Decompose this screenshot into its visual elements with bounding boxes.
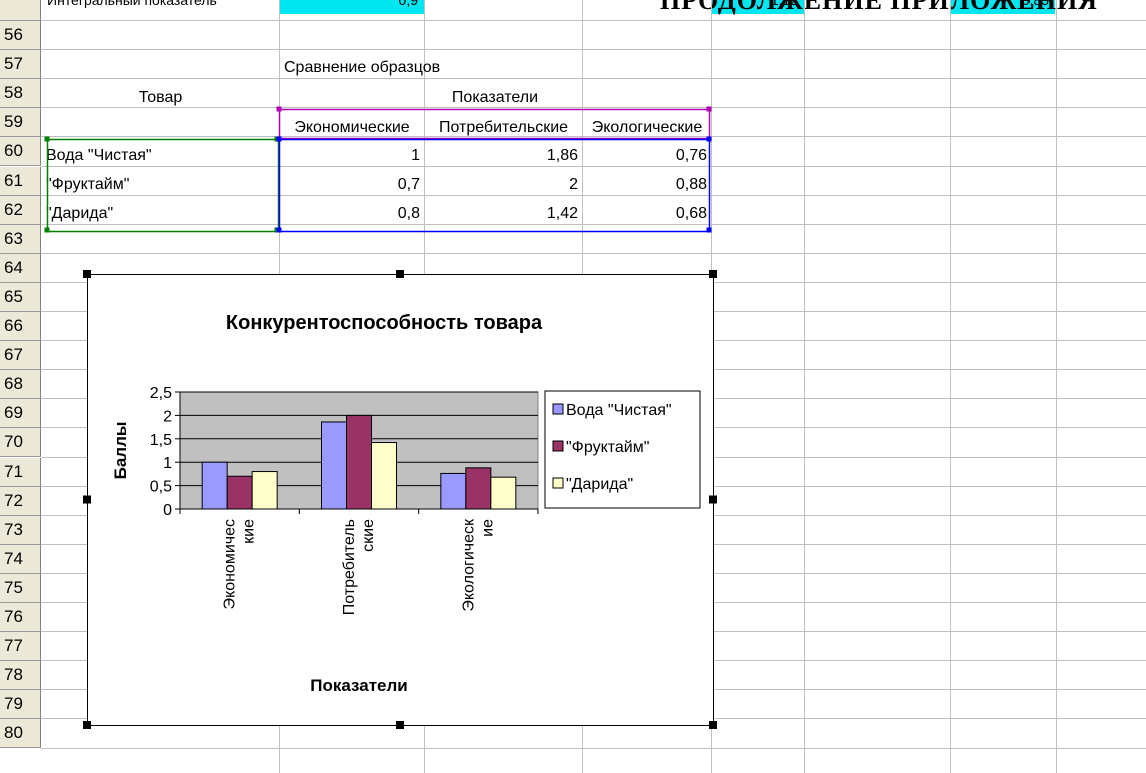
y-tick-label: 2,5 <box>150 385 172 402</box>
range-handle <box>276 136 282 142</box>
x-axis-title: Показатели <box>310 676 407 695</box>
legend-swatch <box>552 440 564 452</box>
legend-swatch <box>552 477 564 489</box>
embedded-chart[interactable]: Конкурентоспособность товара 0 0,5 1 1,5 2 2,5… <box>87 274 714 726</box>
category-range-outline <box>46 138 280 233</box>
x-tick-label-line: Экономичес <box>222 519 239 609</box>
range-handle <box>44 227 50 233</box>
x-tick-label-line: Потребитель <box>341 519 358 615</box>
legend-swatch <box>552 403 564 415</box>
bar <box>465 467 492 510</box>
chart-canvas: Конкурентоспособность товара 0 0,5 1 1,5 2 2,5… <box>111 312 701 695</box>
y-tick-label: 0,5 <box>150 479 172 496</box>
legend-label: Вода "Чистая" <box>566 402 672 419</box>
range-handle <box>44 136 50 142</box>
y-tick-label: 0 <box>163 502 172 519</box>
range-handle <box>276 106 282 112</box>
range-handle <box>276 227 282 233</box>
bar <box>371 442 397 510</box>
bar <box>321 421 347 510</box>
range-handle <box>706 227 712 233</box>
series-name-range-outline <box>278 108 711 140</box>
spreadsheet: Интегральный показатель 0,9 1,12 0,85 ПР… <box>0 0 1146 773</box>
bar <box>440 472 467 510</box>
x-tick-label-line: кие <box>241 519 258 544</box>
chart-title: Конкурентоспособность товара <box>226 312 543 334</box>
bar <box>201 461 228 510</box>
y-tick-label: 2 <box>163 408 172 425</box>
y-tick-label: 1 <box>163 455 172 472</box>
x-tick-label: Экономичес кие <box>222 519 258 610</box>
bar <box>346 414 372 510</box>
range-handle <box>706 136 712 142</box>
x-tick-label: Потребитель ские <box>341 519 377 615</box>
bar <box>226 475 253 510</box>
x-tick-label: Экологическ ие <box>460 518 496 612</box>
x-tick-label-line: Экологическ <box>460 518 477 612</box>
x-tick-label-line: ие <box>479 519 496 537</box>
y-axis-title: Баллы <box>111 422 130 480</box>
y-tick-label: 1,5 <box>150 432 172 449</box>
range-handle <box>706 106 712 112</box>
values-range-outline <box>278 138 711 233</box>
legend-label: "Фруктайм" <box>566 439 649 456</box>
x-tick-label-line: ские <box>360 519 377 552</box>
bar <box>251 471 278 510</box>
legend-label: "Дарида" <box>566 476 633 493</box>
bar <box>490 476 517 510</box>
